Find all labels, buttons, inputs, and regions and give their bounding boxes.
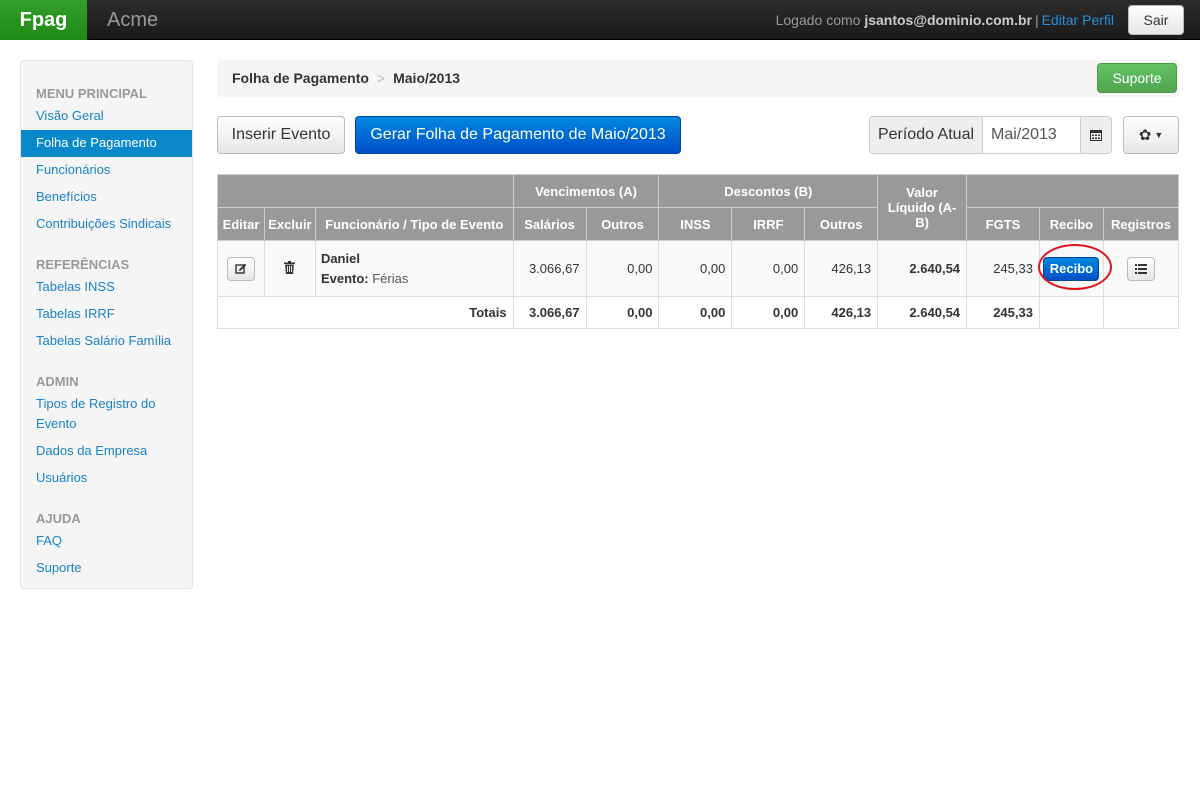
employee-cell: Daniel Evento: Férias xyxy=(314,240,514,297)
logout-button[interactable]: Sair xyxy=(1128,5,1184,35)
sidebar-item-tabelas-irrf[interactable]: Tabelas IRRF xyxy=(21,301,192,328)
employee-name: Daniel xyxy=(320,250,360,266)
total-valor-liquido: 2.640,54 xyxy=(877,296,968,329)
edit-cell xyxy=(217,240,265,297)
period-input[interactable] xyxy=(983,117,1080,153)
sidebar-header: ADMIN xyxy=(36,374,79,389)
breadcrumb: Folha de Pagamento > Maio/2013 Suporte xyxy=(217,60,1179,97)
header-descontos: Descontos (B) xyxy=(658,174,879,208)
registros-button[interactable] xyxy=(1126,256,1155,281)
delete-cell xyxy=(263,240,316,297)
payroll-table: Vencimentos (A) Descontos (B) Valor Líqu… xyxy=(217,174,1180,329)
sidebar-item-tipos-registro-evento[interactable]: Tipos de Registro do Evento xyxy=(21,391,192,438)
trash-icon[interactable] xyxy=(284,260,296,277)
insert-event-button[interactable]: Inserir Evento xyxy=(217,116,345,154)
sidebar-header: AJUDA xyxy=(36,511,81,526)
inss-value: 0,00 xyxy=(658,240,733,297)
sidebar-section-main: MENU PRINCIPAL Visão Geral Folha de Paga… xyxy=(21,85,192,238)
event-type: Férias xyxy=(372,270,409,286)
generate-payroll-button[interactable]: Gerar Folha de Pagamento de Maio/2013 xyxy=(355,116,681,154)
sidebar-section-referencias: REFERÊNCIAS Tabelas INSS Tabelas IRRF Ta… xyxy=(21,256,192,355)
total-irrf: 0,00 xyxy=(731,296,806,329)
sidebar-item-contribuicoes-sindicais[interactable]: Contribuições Sindicais xyxy=(21,211,192,238)
col-outros-desc: Outros xyxy=(804,207,879,241)
valor-liquido-value: 2.640,54 xyxy=(877,240,968,297)
calendar-icon[interactable] xyxy=(1080,117,1111,153)
total-salarios: 3.066,67 xyxy=(512,296,587,329)
sidebar-header: REFERÊNCIAS xyxy=(36,257,130,272)
gear-icon: ✿ xyxy=(1138,127,1152,144)
logged-user: jsantos@dominio.com.br xyxy=(864,12,1032,28)
col-irrf: IRRF xyxy=(731,207,806,241)
brand-logo[interactable]: Fpag xyxy=(0,0,87,40)
header-spacer xyxy=(217,174,514,208)
col-outros-venc: Outros xyxy=(585,207,660,241)
company-name: Acme xyxy=(107,9,159,31)
edit-icon xyxy=(235,263,247,274)
sidebar-item-tabelas-salario-familia[interactable]: Tabelas Salário Família xyxy=(21,328,192,355)
col-fgts: FGTS xyxy=(966,207,1040,241)
outros-desc-value: 426,13 xyxy=(804,240,879,297)
sidebar-item-tabelas-inss[interactable]: Tabelas INSS xyxy=(21,274,192,301)
breadcrumb-item[interactable]: Folha de Pagamento xyxy=(232,70,369,86)
header-vencimentos: Vencimentos (A) xyxy=(512,174,660,208)
settings-dropdown-button[interactable]: ✿ ▼ xyxy=(1123,116,1179,154)
nav-separator: | xyxy=(1035,12,1039,28)
col-inss: INSS xyxy=(658,207,733,241)
total-inss: 0,00 xyxy=(658,296,733,329)
list-icon xyxy=(1134,263,1147,274)
total-empty xyxy=(1038,296,1104,329)
period-label: Período Atual xyxy=(870,117,983,153)
sidebar-header: MENU PRINCIPAL xyxy=(36,86,147,101)
registros-cell xyxy=(1102,240,1180,297)
fgts-value: 245,33 xyxy=(966,240,1040,297)
sidebar-section-ajuda: AJUDA FAQ Suporte xyxy=(21,510,192,582)
support-button[interactable]: Suporte xyxy=(1097,63,1177,93)
event-line: Evento: Férias xyxy=(321,269,513,289)
sidebar-item-visao-geral[interactable]: Visão Geral xyxy=(21,103,192,130)
col-salarios: Salários xyxy=(512,207,587,241)
logged-in-label: Logado como jsantos@dominio.com.br xyxy=(776,12,1032,28)
sidebar-section-admin: ADMIN Tipos de Registro do Evento Dados … xyxy=(21,373,192,492)
totals-label: Totais xyxy=(217,296,514,329)
sidebar: MENU PRINCIPAL Visão Geral Folha de Paga… xyxy=(20,60,193,589)
header-spacer xyxy=(966,174,1179,208)
sidebar-item-suporte[interactable]: Suporte xyxy=(21,555,192,582)
table-row: Daniel Evento: Férias 3.066,67 0,00 0,00… xyxy=(217,240,1180,297)
period-selector: Período Atual xyxy=(869,116,1112,154)
col-funcionario: Funcionário / Tipo de Evento xyxy=(314,207,514,241)
navbar-user-area: Logado como jsantos@dominio.com.br | Edi… xyxy=(776,0,1184,40)
sidebar-item-funcionarios[interactable]: Funcionários xyxy=(21,157,192,184)
event-label: Evento: xyxy=(320,270,369,286)
recibo-button[interactable]: Recibo xyxy=(1043,256,1100,281)
sidebar-item-usuarios[interactable]: Usuários xyxy=(21,465,192,492)
total-empty xyxy=(1102,296,1180,329)
breadcrumb-separator: > xyxy=(376,70,386,86)
col-excluir: Excluir xyxy=(263,207,316,241)
col-editar: Editar xyxy=(217,207,265,241)
sidebar-item-folha-de-pagamento[interactable]: Folha de Pagamento xyxy=(21,130,192,157)
recibo-cell: Recibo xyxy=(1038,240,1104,297)
breadcrumb-item-current: Maio/2013 xyxy=(393,70,461,86)
outros-venc-value: 0,00 xyxy=(585,240,660,297)
logged-prefix: Logado como xyxy=(775,12,865,28)
col-registros: Registros xyxy=(1102,207,1180,241)
total-fgts: 245,33 xyxy=(966,296,1040,329)
totals-row: Totais 3.066,67 0,00 0,00 0,00 426,13 2.… xyxy=(217,296,1180,329)
caret-down-icon: ▼ xyxy=(1154,130,1164,140)
sidebar-item-dados-empresa[interactable]: Dados da Empresa xyxy=(21,438,192,465)
header-valor-liquido: Valor Líquido (A-B) xyxy=(877,174,968,241)
total-outros-desc: 426,13 xyxy=(804,296,879,329)
edit-profile-link[interactable]: Editar Perfil xyxy=(1042,12,1114,28)
irrf-value: 0,00 xyxy=(731,240,806,297)
edit-button[interactable] xyxy=(226,256,255,281)
breadcrumb-trail: Folha de Pagamento > Maio/2013 xyxy=(232,60,460,97)
col-recibo: Recibo xyxy=(1038,207,1104,241)
salarios-value: 3.066,67 xyxy=(512,240,587,297)
sidebar-item-beneficios[interactable]: Benefícios xyxy=(21,184,192,211)
top-navbar: Fpag Acme Logado como jsantos@dominio.co… xyxy=(0,0,1200,40)
sidebar-item-faq[interactable]: FAQ xyxy=(21,528,192,555)
total-outros-venc: 0,00 xyxy=(585,296,660,329)
